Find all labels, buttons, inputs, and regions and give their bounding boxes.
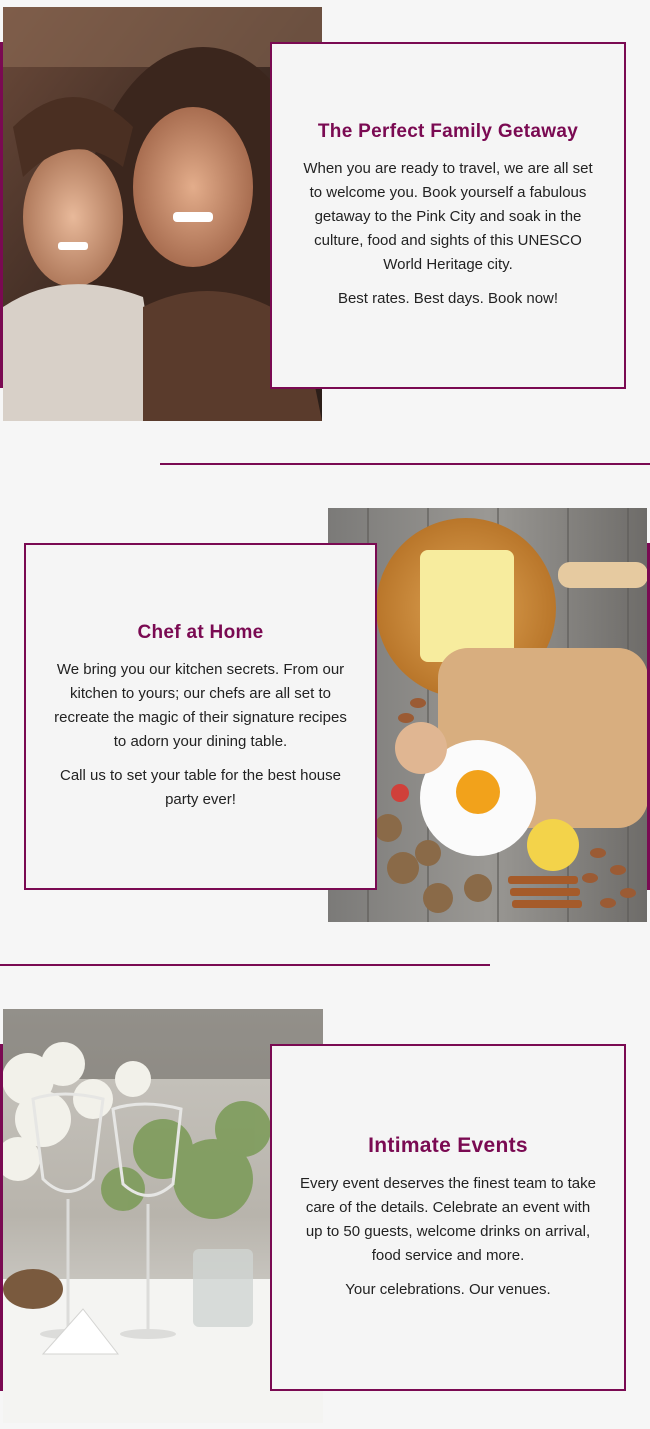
section-title: The Perfect Family Getaway [317,120,579,142]
divider-1 [160,463,650,465]
section-card-1: The Perfect Family Getaway When you are … [270,42,626,389]
divider-2 [0,964,490,966]
section-tagline: Your celebrations. Our venues. [345,1280,551,1298]
section-title: Chef at Home [137,621,264,643]
section-tagline: Best rates. Best days. Book now! [337,289,559,307]
section-description: When you are ready to travel, we are all… [303,159,593,273]
section-title: Intimate Events [368,1133,528,1157]
section-description: Every event deserves the finest team to … [300,1174,596,1264]
section-description: We bring you our kitchen secrets. From o… [54,660,347,750]
section-card-3: Intimate Events Every event deserves the… [270,1044,626,1391]
section-card-2: Chef at Home We bring you our kitchen se… [24,543,377,890]
section-tagline: Call us to set your table for the best h… [60,766,341,808]
